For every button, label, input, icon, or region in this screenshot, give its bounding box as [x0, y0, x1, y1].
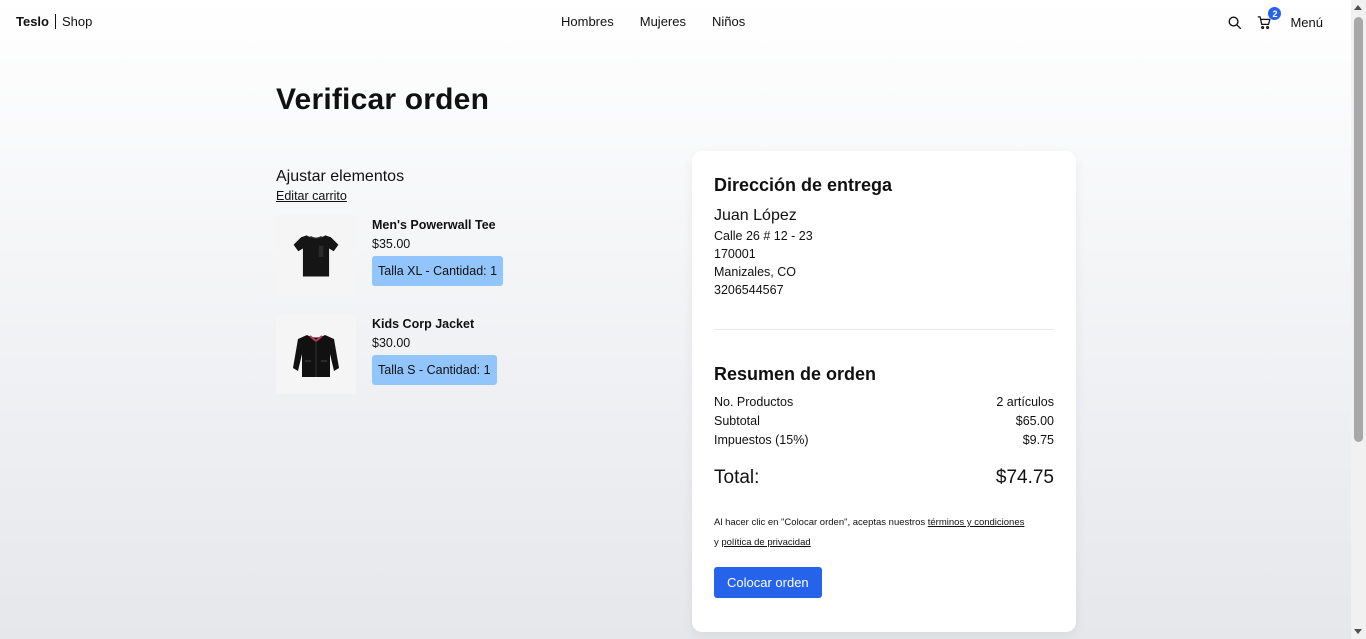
cart-item-price: $30.00 — [372, 336, 411, 350]
cart-item-info: Men's Powerwall Tee $35.00 Talla XL - Ca… — [372, 215, 504, 295]
main-nav: Hombres Mujeres Niños — [548, 14, 758, 29]
terms-prefix: Al hacer clic en "Colocar orden", acepta… — [714, 517, 928, 528]
top-navbar: Teslo Shop Hombres Mujeres Niños 2 Menú — [0, 0, 1351, 44]
page-title: Verificar orden — [276, 83, 490, 116]
products-label: No. Productos — [714, 395, 794, 409]
delivery-address-title: Dirección de entrega — [714, 175, 893, 195]
total-label: Total: — [714, 467, 760, 488]
address-street: Calle 26 # 12 - 23 — [714, 229, 813, 243]
product-image-tshirt[interactable] — [276, 215, 356, 295]
tshirt-image — [293, 235, 339, 277]
scrollbar-thumb[interactable] — [1354, 17, 1363, 442]
total-value: $74.75 — [995, 467, 1054, 488]
jacket-image — [293, 335, 339, 377]
order-summary-title: Resumen de orden — [714, 364, 877, 384]
tax-value: $9.75 — [1022, 433, 1054, 447]
order-summary-card: Dirección de entrega Juan López Calle 26… — [692, 151, 1076, 632]
cart-item-size-qty: Talla S - Cantidad: 1 — [372, 355, 497, 385]
product-image-jacket[interactable] — [276, 314, 356, 394]
search-icon — [1228, 16, 1242, 29]
subtotal-value: $65.00 — [1015, 414, 1054, 428]
cart-adjust-title: Ajustar elementos — [276, 168, 405, 185]
cart-list: Men's Powerwall Tee $35.00 Talla XL - Ca… — [276, 215, 656, 394]
cart-item: Men's Powerwall Tee $35.00 Talla XL - Ca… — [276, 215, 656, 295]
page-scrollbar[interactable] — [1351, 0, 1366, 639]
header-actions: 2 Menú — [1216, 7, 1323, 34]
logo-brand: Teslo — [16, 14, 49, 29]
summary-row-products: No. Productos 2 artículos — [714, 395, 1054, 409]
page: Teslo Shop Hombres Mujeres Niños 2 Menú … — [0, 0, 1351, 639]
menu-button[interactable]: Menú — [1290, 15, 1323, 30]
scroll-up-arrow-icon[interactable] — [1354, 5, 1362, 10]
cart-button[interactable]: 2 — [1252, 7, 1282, 34]
address-postal: 170001 — [714, 247, 756, 261]
cart-item-info: Kids Corp Jacket $30.00 Talla S - Cantid… — [372, 314, 497, 394]
summary-row-subtotal: Subtotal $65.00 — [714, 414, 1054, 428]
cart-item-price: $35.00 — [372, 237, 411, 251]
cart-item-size-qty: Talla XL - Cantidad: 1 — [372, 256, 504, 286]
search-button[interactable] — [1222, 10, 1246, 34]
address-name: Juan López — [714, 207, 797, 224]
nav-link-hombres[interactable]: Hombres — [548, 14, 627, 29]
divider — [714, 329, 1054, 330]
logo[interactable]: Teslo Shop — [16, 14, 92, 29]
address-phone: 3206544567 — [714, 283, 784, 297]
address-city: Manizales, CO — [714, 265, 796, 279]
subtotal-label: Subtotal — [714, 414, 760, 428]
logo-divider — [55, 14, 56, 29]
scroll-down-arrow-icon[interactable] — [1354, 629, 1362, 634]
terms-notice: Al hacer clic en "Colocar orden", acepta… — [714, 513, 1054, 553]
cart-adjust-section: Ajustar elementos Editar carrito Men's P… — [276, 168, 656, 413]
nav-link-mujeres[interactable]: Mujeres — [627, 14, 699, 29]
summary-row-total: Total: $74.75 — [714, 467, 1054, 489]
nav-link-ninos[interactable]: Niños — [699, 14, 758, 29]
summary-row-tax: Impuestos (15%) $9.75 — [714, 433, 1054, 447]
edit-cart-link[interactable]: Editar carrito — [276, 189, 347, 203]
cart-item: Kids Corp Jacket $30.00 Talla S - Cantid… — [276, 314, 656, 394]
cart-count-badge: 2 — [1268, 7, 1282, 20]
logo-sub: Shop — [62, 14, 93, 29]
tax-label: Impuestos (15%) — [714, 433, 809, 447]
terms-link[interactable]: términos y condiciones — [928, 517, 1025, 528]
products-value: 2 artículos — [996, 395, 1054, 409]
cart-item-name[interactable]: Men's Powerwall Tee — [372, 218, 503, 232]
privacy-link[interactable]: política de privacidad — [721, 537, 810, 548]
place-order-button[interactable]: Colocar orden — [714, 567, 822, 598]
cart-item-name[interactable]: Kids Corp Jacket — [372, 317, 497, 331]
